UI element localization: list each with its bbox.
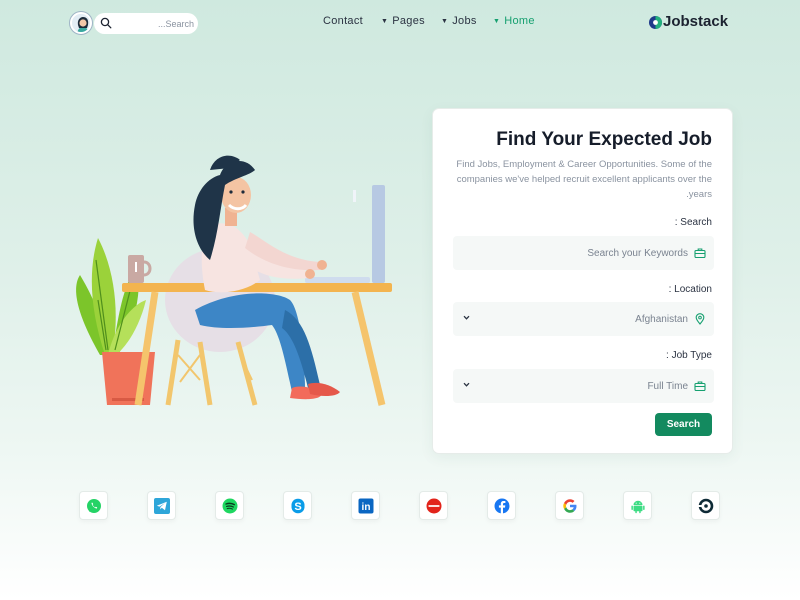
partner-circle-logo[interactable] [691,491,720,520]
whatsapp-icon [87,499,101,513]
briefcase-icon [694,381,706,392]
card-description: Find Jobs, Employment & Career Opportuni… [456,159,712,200]
keyword-field [453,236,714,270]
search-label: : Search [674,217,712,228]
partner-linkedin[interactable]: in [351,491,380,520]
circle-logo-icon [698,498,714,514]
nav-pages[interactable]: ▼ Pages [381,15,425,27]
search-input[interactable] [118,15,194,32]
nav-label: Jobs [452,15,477,27]
user-avatar[interactable] [70,12,92,34]
hero-illustration [76,155,392,406]
job-search-card: Find Your Expected Job Find Jobs, Employ… [432,108,733,454]
partner-logos: S in [79,491,722,521]
skype-icon: S [291,498,305,514]
partner-android[interactable] [623,491,652,520]
caret-down-icon: ▼ [441,18,449,25]
location-value[interactable] [488,302,688,336]
partner-facebook[interactable] [487,491,516,520]
partner-google[interactable] [555,491,584,520]
partner-telegram[interactable] [147,491,176,520]
logo-text: Jobstack [663,13,729,30]
telegram-icon [154,498,170,514]
mug-icon [128,255,152,283]
svg-text:in: in [362,502,371,513]
map-pin-icon [695,313,705,325]
header: Contact ▼Pages ▼Jobs ▼Home Jobstack [0,0,800,46]
briefcase-icon [694,248,706,259]
nav-contact[interactable]: Contact [323,15,363,27]
search-icon[interactable] [100,17,112,29]
header-search [94,13,198,34]
spotify-icon [222,498,238,514]
lenovo-icon [426,498,442,514]
linkedin-icon: in [358,498,374,514]
partner-whatsapp[interactable] [79,491,108,520]
keyword-input[interactable] [488,236,688,270]
nav-jobs[interactable]: ▼ Jobs [441,15,477,27]
facebook-icon [494,498,510,514]
job-type-label: : Job Type [666,350,712,361]
nav-home[interactable]: ▼ Home [493,15,535,27]
partner-lenovo[interactable] [419,491,448,520]
nav-label: Home [504,15,535,27]
chevron-down-icon [463,315,470,320]
google-icon [563,499,577,513]
search-button[interactable]: Search [655,413,712,436]
partner-spotify[interactable] [215,491,244,520]
nav-label: Pages [392,15,425,27]
caret-down-icon: ▼ [493,18,501,25]
location-select[interactable] [453,302,714,336]
job-type-select[interactable] [453,369,714,403]
location-label: : Location [668,284,712,295]
partner-skype[interactable]: S [283,491,312,520]
android-icon [631,500,645,514]
caret-down-icon: ▼ [381,18,389,25]
chevron-down-icon [463,382,470,387]
svg-text:S: S [294,501,301,513]
card-title: Find Your Expected Job [496,129,712,150]
job-type-value[interactable] [488,369,688,403]
logo-mark-icon [649,16,662,29]
nav-label: Contact [323,15,364,27]
